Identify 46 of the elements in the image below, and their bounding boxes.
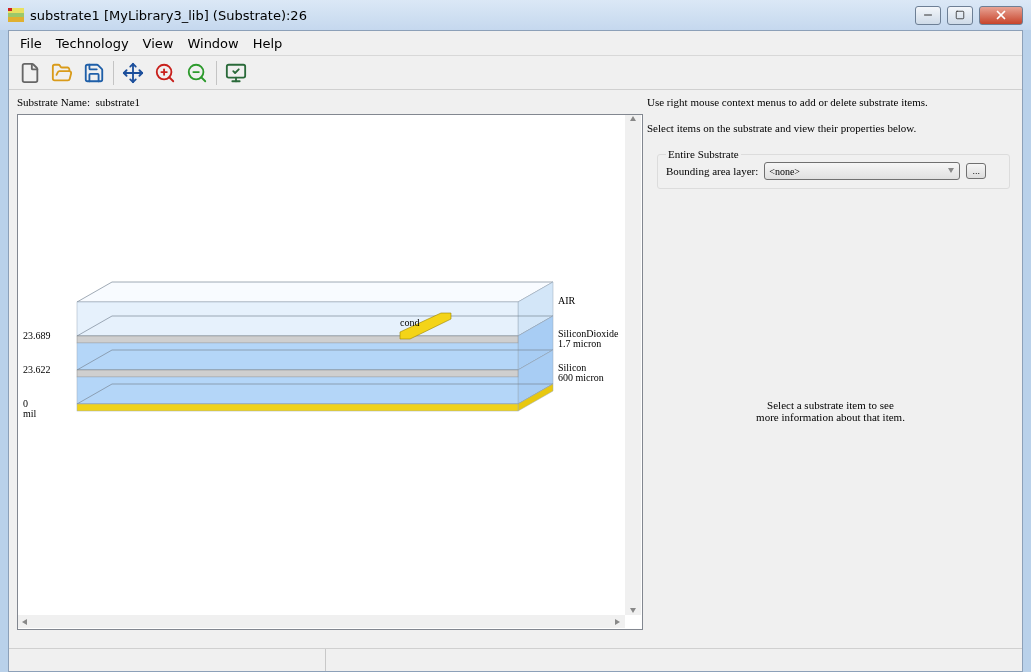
- conductor-label: cond: [400, 317, 420, 328]
- menu-item[interactable]: Window: [180, 35, 246, 51]
- monitor-check-icon: [225, 61, 247, 84]
- layer-label: AIR: [558, 295, 576, 306]
- menu-item[interactable]: Help: [245, 35, 290, 51]
- group-title: Entire Substrate: [667, 148, 740, 160]
- close-button[interactable]: [979, 5, 1023, 25]
- field-label: Bounding area layer:: [666, 165, 759, 177]
- layer-label: SiliconDioxide: [558, 328, 619, 339]
- bounding-layer-dropdown[interactable]: <none>: [764, 162, 961, 180]
- new-document-icon: [19, 61, 41, 84]
- dropdown-caret-icon: [947, 167, 956, 175]
- close-icon: [994, 8, 1008, 22]
- folder-icon: [51, 61, 73, 84]
- menu-item[interactable]: File: [13, 35, 49, 51]
- scroll-left-arrow-icon: [21, 617, 29, 626]
- scroll-right-arrow-icon: [614, 617, 622, 626]
- info-text: more information about that item.: [756, 411, 905, 423]
- height-value: 23.689: [23, 330, 51, 341]
- vertical-scrollbar[interactable]: [625, 115, 641, 615]
- menu-item[interactable]: Technology: [48, 35, 136, 51]
- layer-label: 1.7 micron: [558, 338, 602, 349]
- scroll-up-arrow-icon: [629, 115, 637, 123]
- height-value: 0: [23, 398, 28, 409]
- horizontal-scrollbar[interactable]: [18, 615, 625, 628]
- minimize-button[interactable]: [915, 5, 941, 25]
- zoom-in-icon: [154, 61, 176, 84]
- layer-label: Silicon: [558, 362, 587, 373]
- zoom-out-icon: [186, 61, 208, 84]
- conductor-strip: [399, 312, 452, 340]
- height-value: mil: [23, 408, 37, 419]
- browse-button[interactable]: ...: [966, 163, 987, 179]
- maximize-button[interactable]: [947, 5, 973, 25]
- move-arrows-icon: [122, 61, 144, 84]
- layer-label: 600 micron: [558, 372, 604, 383]
- save-icon: [83, 61, 105, 84]
- app-icon: [8, 8, 24, 22]
- hint-text: Select items on the substrate and view their properties below.: [647, 122, 918, 134]
- window-title: substrate1 [MyLibrary3_lib] (Substrate):26: [30, 7, 308, 23]
- hint-text: Use right mouse context menus to add or delete substrate items.: [647, 96, 929, 108]
- menu-item[interactable]: View: [135, 35, 181, 51]
- info-text: Select a substrate item to see: [767, 399, 894, 411]
- maximize-icon: [955, 10, 965, 20]
- substrate-name-label: Substrate Name: substrate1: [17, 96, 142, 108]
- scroll-down-arrow-icon: [629, 607, 637, 615]
- height-value: 23.622: [23, 364, 51, 375]
